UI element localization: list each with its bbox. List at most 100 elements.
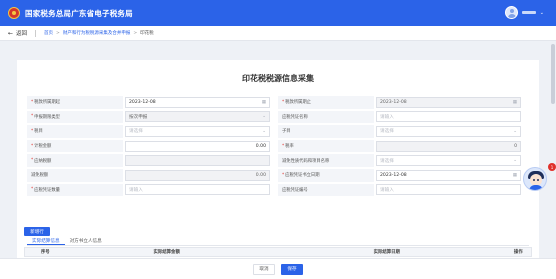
column-settlement-amount: 实际结算金额 <box>153 250 180 255</box>
field-value: 请选择 <box>380 158 394 164</box>
scrollbar-thumb[interactable] <box>551 44 555 104</box>
field-value: 按次申报 <box>129 114 148 120</box>
app-title: 国家税务总局广东省电子税务局 <box>25 8 133 18</box>
column-actions: 操作 <box>513 250 523 255</box>
select-field[interactable]: 请选择 ⌄ <box>376 125 521 137</box>
select-field: 按次申报 ⌄ <box>125 111 270 123</box>
field-value: 请选择 <box>380 129 394 135</box>
required-marker: * <box>282 172 285 178</box>
form-grid: * 税款所属期起 2023-12-08 ▦ * 税款所属期止 2023-12-08 ▦ * 申报期… <box>27 96 529 198</box>
field-label: * 应税凭证书立日期 <box>278 168 374 182</box>
date-field[interactable]: 2023-12-08 ▦ <box>376 169 521 181</box>
tab-bar: 实际结算信息 对方书立人信息 <box>27 236 529 246</box>
input-field[interactable]: 请输入 <box>125 184 270 196</box>
field-value: 请输入 <box>129 187 143 193</box>
chevron-down-icon: ⌄ <box>262 128 266 134</box>
user-menu[interactable]: ⌄ <box>504 6 544 19</box>
footer-bar: 取消 保存 <box>0 258 556 279</box>
form-field: * 税款所属期起 2023-12-08 ▦ <box>27 96 278 109</box>
required-marker: * <box>282 143 285 149</box>
breadcrumb-bar: ← 返回 首页 > 财产和行为税税源采集及合并申报 > 印花税 <box>0 26 556 41</box>
input-field: 0.00 <box>125 169 270 181</box>
breadcrumb-separator: > <box>56 30 60 36</box>
field-label-text: 应税凭证书立日期 <box>285 173 320 179</box>
chevron-down-icon[interactable]: ⌄ <box>540 10 544 16</box>
page-title: 印花税税源信息采集 <box>242 74 314 83</box>
field-label-text: 应税凭证名称 <box>282 114 308 120</box>
arrow-left-icon[interactable]: ← <box>8 30 13 37</box>
form-panel: 印花税税源信息采集 * 税款所属期起 2023-12-08 ▦ * 税款所属期止 2023-… <box>17 60 539 258</box>
field-label: 子目 <box>278 125 374 138</box>
breadcrumb-current: 印花税 <box>140 31 154 36</box>
input-field[interactable]: 请输入 <box>376 184 521 196</box>
back-button[interactable]: ← 返回 <box>8 29 27 38</box>
column-index: 序号 <box>40 250 50 255</box>
select-field[interactable]: 请选择 ⌄ <box>125 125 270 137</box>
input-field <box>125 155 270 167</box>
assistant-avatar-icon[interactable] <box>523 167 547 191</box>
field-value: 请输入 <box>380 187 394 193</box>
form-field: * 应税凭证书立日期 2023-12-08 ▦ <box>278 168 529 182</box>
field-label: * 税目 <box>27 125 123 138</box>
column-settlement-date: 实际结算日期 <box>373 250 400 255</box>
date-field[interactable]: 2023-12-08 ▦ <box>125 96 270 108</box>
field-label-text: 计税金额 <box>34 144 52 150</box>
field-label: * 税率 <box>278 139 374 153</box>
field-label: * 税款所属期止 <box>278 96 374 109</box>
input-field[interactable]: 请输入 <box>376 111 521 123</box>
chevron-down-icon: ⌄ <box>513 158 517 164</box>
breadcrumb: 首页 > 财产和行为税税源采集及合并申报 > 印花税 <box>44 30 154 37</box>
form-row: * 申报期限类型 按次申报 ⌄ 应税凭证名称 请输入 <box>27 110 529 124</box>
form-field: * 税款所属期止 2023-12-08 ▦ <box>278 96 529 109</box>
user-name-placeholder[interactable] <box>521 11 536 14</box>
breadcrumb-separator: > <box>133 30 138 36</box>
field-label-text: 税目 <box>34 129 43 135</box>
breadcrumb-home[interactable]: 首页 <box>44 30 53 36</box>
field-label: 减免税额 <box>27 168 123 182</box>
select-field[interactable]: 请选择 ⌄ <box>376 155 521 167</box>
form-field: 子目 请选择 ⌄ <box>278 125 529 138</box>
form-field: * 应税凭证数量 请输入 <box>27 183 278 197</box>
save-button[interactable]: 保存 <box>281 263 303 275</box>
field-label-text: 税款所属期起 <box>34 100 60 106</box>
form-field: * 应纳税额 <box>27 154 278 167</box>
calendar-icon: ▦ <box>512 99 517 105</box>
form-row: * 税目 请选择 ⌄ 子目 请选择 ⌄ <box>27 125 529 138</box>
chevron-down-icon: ⌄ <box>262 114 266 120</box>
field-value: 0.00 <box>255 143 266 149</box>
field-label-text: 减免性质代码和项目名称 <box>282 158 330 164</box>
date-field: 2023-12-08 ▦ <box>376 96 521 108</box>
required-marker: * <box>31 143 34 149</box>
add-row-button[interactable]: 新增行 <box>24 227 50 236</box>
back-label[interactable]: 返回 <box>16 29 27 37</box>
input-field[interactable]: 0.00 <box>125 140 270 152</box>
required-marker: * <box>282 99 285 105</box>
field-value: 2023-12-08 <box>380 99 407 105</box>
field-label-text: 税款所属期止 <box>285 100 311 106</box>
form-field: * 申报期限类型 按次申报 ⌄ <box>27 110 278 124</box>
required-marker: * <box>31 158 34 164</box>
form-field: 减免税额 0.00 <box>27 168 278 182</box>
field-value: 请选择 <box>129 129 143 135</box>
field-label-text: 减免税额 <box>31 173 49 179</box>
tab-settlement-info[interactable]: 实际结算信息 <box>27 236 65 245</box>
field-label-text: 子目 <box>282 129 291 135</box>
field-label-text: 税率 <box>285 144 294 150</box>
field-label-text: 应税凭证编号 <box>282 187 308 193</box>
notification-badge[interactable]: 1 <box>548 163 556 171</box>
form-row: * 计税金额 0.00 * 税率 0 <box>27 139 529 153</box>
tax-bureau-emblem-icon <box>8 7 20 19</box>
field-label: * 应税凭证数量 <box>27 183 123 197</box>
field-label: * 应纳税额 <box>27 154 123 167</box>
form-row: * 应税凭证数量 请输入 应税凭证编号 请输入 <box>27 183 529 197</box>
required-marker: * <box>31 187 34 193</box>
field-value: 请输入 <box>380 114 394 120</box>
breadcrumb-tax-collection[interactable]: 财产和行为税税源采集及合并申报 <box>63 30 131 36</box>
cancel-button[interactable]: 取消 <box>253 263 275 275</box>
field-value: 2023-12-08 <box>129 99 156 105</box>
field-label-text: 申报期限类型 <box>34 114 60 120</box>
form-field: * 税目 请选择 ⌄ <box>27 125 278 138</box>
avatar[interactable] <box>504 6 518 19</box>
tab-counterparty-info[interactable]: 对方书立人信息 <box>65 236 107 245</box>
field-label: * 申报期限类型 <box>27 110 123 124</box>
